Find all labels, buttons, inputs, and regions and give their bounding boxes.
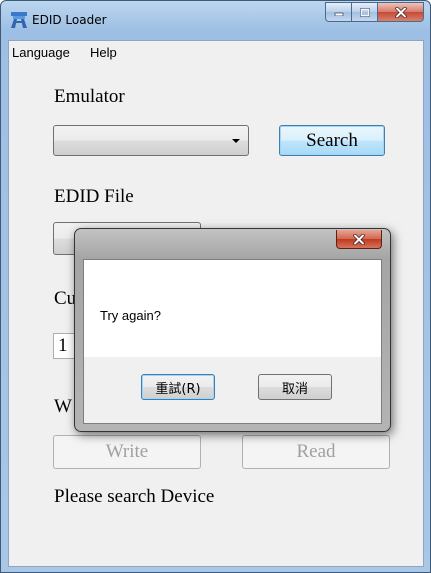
close-icon bbox=[394, 6, 407, 18]
minimize-button[interactable] bbox=[325, 2, 352, 22]
write-button[interactable]: Write bbox=[53, 435, 201, 469]
cancel-button[interactable]: 取消 bbox=[258, 374, 332, 400]
window-title: EDID Loader bbox=[32, 13, 107, 27]
current-label: Cu bbox=[54, 288, 77, 309]
dialog-close-button[interactable] bbox=[336, 230, 382, 249]
maximize-button[interactable] bbox=[352, 2, 378, 22]
close-icon bbox=[353, 233, 365, 245]
maximize-icon bbox=[359, 7, 370, 17]
title-bar[interactable]: EDID Loader bbox=[1, 1, 430, 39]
chevron-down-icon bbox=[232, 139, 240, 143]
menu-help[interactable]: Help bbox=[90, 45, 117, 60]
write-label: W bbox=[54, 396, 72, 417]
edid-file-label: EDID File bbox=[54, 186, 134, 207]
emulator-select[interactable] bbox=[53, 125, 249, 156]
dialog-message-area: Try again? bbox=[84, 260, 381, 357]
search-button[interactable]: Search bbox=[279, 125, 385, 156]
status-text: Please search Device bbox=[54, 486, 215, 507]
menu-bar: Language Help bbox=[9, 41, 423, 63]
dialog-message: Try again? bbox=[100, 308, 161, 323]
emulator-label: Emulator bbox=[54, 86, 125, 107]
close-button[interactable] bbox=[378, 2, 424, 22]
retry-dialog: Try again? 重試(R) 取消 bbox=[74, 228, 391, 432]
dialog-body: Try again? 重試(R) 取消 bbox=[83, 259, 382, 424]
retry-button[interactable]: 重試(R) bbox=[141, 374, 215, 400]
menu-language[interactable]: Language bbox=[12, 45, 70, 60]
app-icon bbox=[11, 12, 27, 28]
minimize-icon bbox=[334, 12, 343, 16]
read-button[interactable]: Read bbox=[242, 435, 390, 469]
caption-buttons bbox=[325, 2, 424, 22]
